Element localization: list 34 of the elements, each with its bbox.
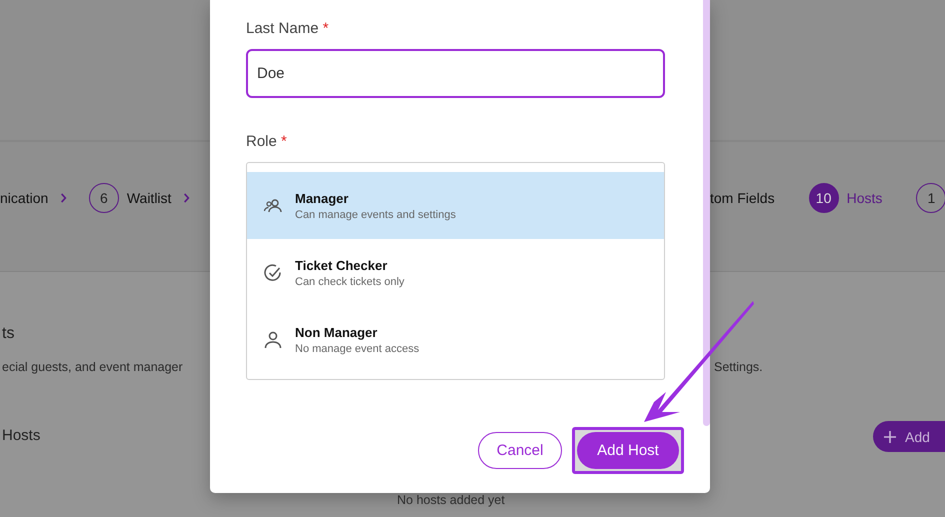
chevron-icon	[60, 192, 67, 204]
step-label[interactable]: Waitlist	[126, 190, 172, 206]
plus-icon	[883, 430, 897, 444]
field-label: Role *	[246, 133, 288, 152]
last-name-field[interactable]: Doe	[246, 49, 665, 98]
step-label[interactable]: nication	[0, 190, 48, 206]
hosts-heading: Hosts	[1, 427, 40, 444]
section-description: Settings.	[713, 359, 764, 376]
option-title: Ticket Checker	[295, 258, 388, 272]
add-button[interactable]: Add	[873, 421, 945, 452]
field-label: Last Name *	[246, 20, 330, 39]
step-number[interactable]: 10	[808, 182, 839, 212]
chevron-icon	[183, 192, 190, 204]
required-mark: *	[281, 133, 287, 150]
option-title: Non Manager	[295, 324, 378, 340]
step-label[interactable]: tom Fields	[710, 190, 775, 206]
scrollbar[interactable]	[703, 0, 710, 426]
option-description: Can check tickets only	[295, 276, 404, 288]
section-description: ecial guests, and event manager	[1, 359, 183, 376]
role-listbox[interactable]: Manager Can manage events and settings Ticket Checker Can check tickets only Non Manager No manage event access	[246, 162, 665, 380]
person-icon	[263, 330, 283, 350]
empty-state-text: No hosts added yet	[397, 493, 505, 507]
step-number[interactable]: 6	[88, 182, 119, 212]
add-host-button[interactable]: Add Host	[577, 432, 679, 469]
role-option[interactable]: Manager Can manage events and settings	[247, 172, 664, 239]
step-label[interactable]: Hosts	[846, 190, 882, 206]
cancel-button[interactable]: Cancel	[478, 432, 562, 469]
section-heading: ts	[1, 324, 14, 344]
check-circle-icon	[263, 262, 283, 282]
option-title: Manager	[295, 190, 350, 206]
required-mark: *	[322, 20, 329, 37]
step-number[interactable]: 1	[916, 182, 945, 212]
option-description: Can manage events and settings	[295, 208, 456, 220]
option-description: No manage event access	[295, 342, 420, 354]
